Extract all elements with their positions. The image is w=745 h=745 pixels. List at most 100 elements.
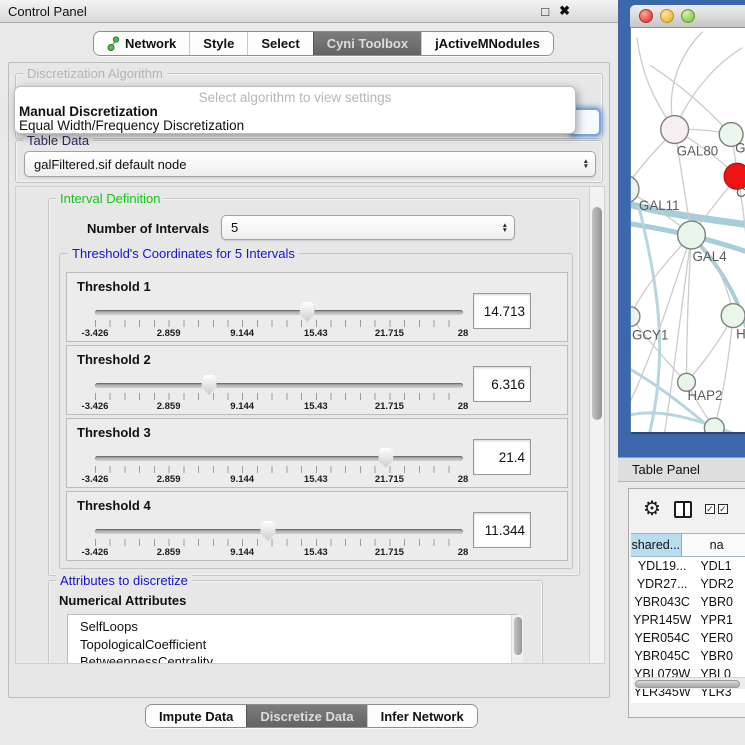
cell-shared-name[interactable]: YPR145W [631,611,693,629]
slider-track[interactable] [95,456,463,461]
tab-impute-data[interactable]: Impute Data [146,705,246,727]
tab-discretize-data[interactable]: Discretize Data [246,705,366,727]
tick-label: 9.144 [230,474,254,485]
network-edge [639,207,660,432]
checked-checkbox-icon[interactable] [705,504,715,514]
tab-style-label: Style [203,36,234,51]
table-data-combo[interactable]: galFiltered.sif default node ▲▼ [24,151,596,177]
tab-cyni-toolbox[interactable]: Cyni Toolbox [313,32,421,55]
table-row[interactable]: YBR045CYBR0 [631,647,745,665]
tick-label: 9.144 [230,547,254,558]
tab-impute-data-label: Impute Data [159,709,233,724]
cell-shared-name[interactable]: YIL052C [631,701,693,703]
tab-select-label: Select [261,36,299,51]
cell-shared-name[interactable]: YER054C [631,629,693,647]
checked-checkbox-icon[interactable] [718,504,728,514]
network-node[interactable] [678,221,706,249]
attribute-item[interactable]: SelfLoops [80,618,516,636]
slider-track[interactable] [95,310,463,315]
tick-label: 28 [458,401,469,412]
table-row[interactable]: YBR043CYBR0 [631,593,745,611]
network-window-titlebar[interactable] [630,5,745,28]
main-scrollbar[interactable] [589,187,604,663]
slider-thumb[interactable] [202,375,217,395]
threshold-3-value-field[interactable]: 21.4 [473,439,531,475]
table-horizontal-scrollbar[interactable] [633,677,745,689]
main-scrollbar-thumb[interactable] [592,207,602,420]
stepper-arrows-icon: ▲▼ [502,223,509,233]
slider-thumb[interactable] [300,302,315,322]
column-header-name[interactable]: na [682,534,745,556]
network-canvas[interactable]: GAL80GCGAL11GAL4GCY1HHAP2 [630,28,745,434]
cell-shared-name[interactable]: YDR27... [631,575,693,593]
column-layout-icon[interactable] [674,501,692,518]
cell-name[interactable]: YDL1 [693,557,745,575]
table-row[interactable]: YDL19...YDL1 [631,557,745,575]
cell-name[interactable]: YER0 [693,629,745,647]
zoom-traffic-light-icon[interactable] [681,9,695,23]
threshold-4-slider[interactable]: -3.4262.8599.14415.4321.71528 [95,522,463,558]
slider-track[interactable] [95,529,463,534]
top-tab-bar: Network Style Select Cyni Toolbox jActiv… [93,31,554,56]
numerical-attributes-list[interactable]: SelfLoopsTopologicalCoefficientBetweenne… [67,614,517,664]
tick-label: -3.426 [82,401,109,412]
threshold-2-slider[interactable]: -3.4262.8599.14415.4321.71528 [95,376,463,412]
tab-cyni-toolbox-label: Cyni Toolbox [327,36,408,51]
network-node[interactable] [631,175,639,203]
cell-shared-name[interactable]: YDL19... [631,557,693,575]
dropdown-option-manual-discretization[interactable]: Manual Discretization [19,104,158,119]
control-panel-titlebar: Control Panel □ ✖ [0,0,618,23]
slider-track[interactable] [95,383,463,388]
network-node[interactable] [704,418,724,432]
tick-label: 15.43 [304,401,328,412]
number-of-intervals-combo[interactable]: 5 ▲▼ [221,215,515,240]
network-node[interactable] [631,307,640,327]
cell-name[interactable]: YPR1 [693,611,745,629]
threshold-2-value-field[interactable]: 6.316 [473,366,531,402]
column-header-shared-name[interactable]: shared... [631,534,682,556]
cell-shared-name[interactable]: YBR045C [631,647,693,665]
slider-ticks [95,466,463,473]
tab-style[interactable]: Style [189,32,247,55]
table-hscrollbar-thumb[interactable] [635,680,740,688]
cell-name[interactable]: YBR0 [693,593,745,611]
interval-definition-group: Interval Definition Number of Intervals … [48,198,580,576]
attributes-list-scrollbar[interactable] [511,615,523,664]
slider-thumb[interactable] [378,448,393,468]
attribute-item[interactable]: TopologicalCoefficient [80,636,516,654]
table-row[interactable]: YDR27...YDR2 [631,575,745,593]
table-row[interactable]: YER054CYER0 [631,629,745,647]
minimize-traffic-light-icon[interactable] [660,9,674,23]
interval-definition-label: Interval Definition [56,191,164,206]
node-label: H [736,326,745,341]
tab-network[interactable]: Network [94,32,189,55]
table-row[interactable]: YIL052CYIL0 [631,701,745,703]
slider-thumb[interactable] [260,521,275,541]
close-traffic-light-icon[interactable] [639,9,653,23]
close-icon[interactable]: ✖ [559,3,570,19]
cell-name[interactable]: YDR2 [693,575,745,593]
table-panel-title: Table Panel [632,462,700,477]
tick-label: 21.715 [375,401,404,412]
gear-icon[interactable]: ⚙ [643,499,661,519]
attribute-item[interactable]: BetweennessCentrality [80,653,516,664]
network-node[interactable] [721,304,745,328]
cell-name[interactable]: YIL0 [693,701,745,703]
threshold-4-value-field[interactable]: 11.344 [473,512,531,548]
table-row[interactable]: YPR145WYPR1 [631,611,745,629]
threshold-4-card: Threshold 4 -3.4262.8599.14415.4321.7152… [66,491,568,561]
node-label: C [736,185,745,200]
tab-select[interactable]: Select [247,32,312,55]
dropdown-option-equal-width-frequency[interactable]: Equal Width/Frequency Discretization [19,118,244,133]
cell-shared-name[interactable]: YBR043C [631,593,693,611]
network-node[interactable] [661,116,689,144]
tab-jactivemnodules[interactable]: jActiveMNodules [421,32,553,55]
table-data-group: Table Data galFiltered.sif default node … [15,140,603,183]
cell-name[interactable]: YBR0 [693,647,745,665]
tab-infer-network[interactable]: Infer Network [367,705,477,727]
threshold-1-slider[interactable]: -3.4262.8599.14415.4321.71528 [95,303,463,339]
threshold-1-value-field[interactable]: 14.713 [473,293,531,329]
threshold-3-slider[interactable]: -3.4262.8599.14415.4321.71528 [95,449,463,485]
float-icon[interactable]: □ [541,4,549,19]
table-panel: ⚙ shared... na YDL19...YDL1YDR27...YDR2Y… [628,488,745,718]
